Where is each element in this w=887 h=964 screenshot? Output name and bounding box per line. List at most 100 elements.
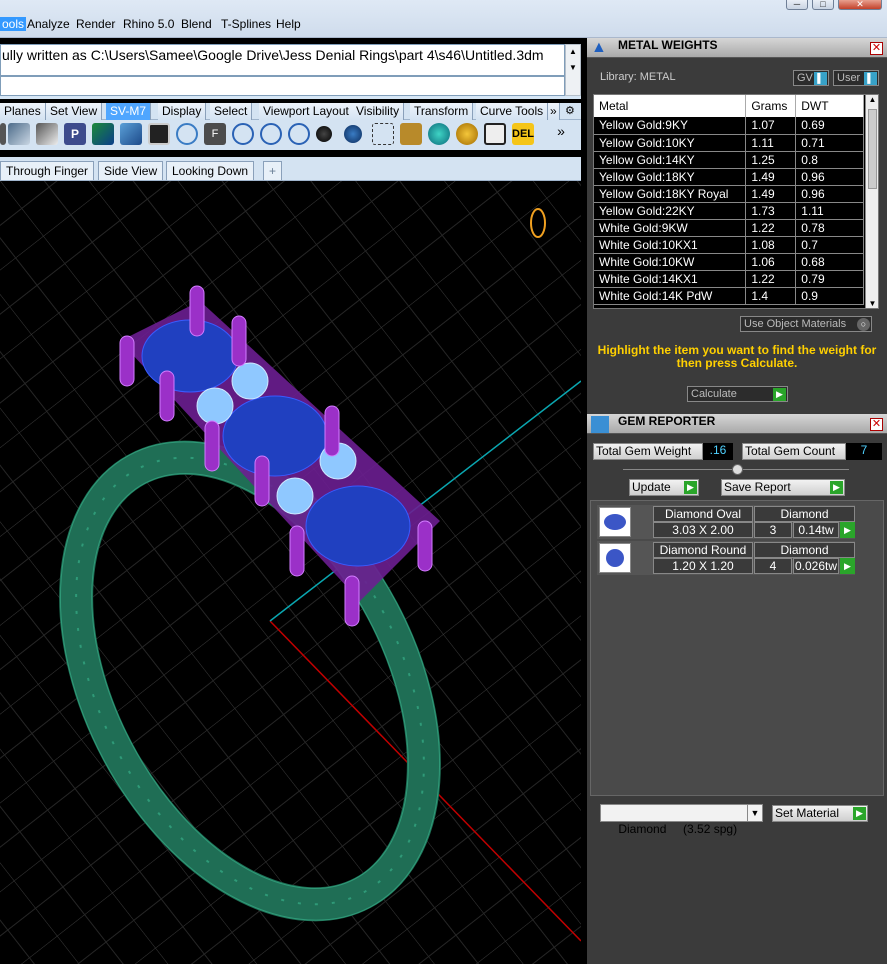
tab-sv-m7[interactable]: SV-M7 — [106, 103, 152, 120]
scroll-down-icon[interactable]: ▼ — [569, 63, 577, 72]
3d-viewport[interactable] — [0, 181, 581, 964]
set-material-button[interactable]: Set Material ▶ — [772, 805, 868, 822]
toolbar-icon[interactable]: P — [64, 123, 86, 145]
user-toggle[interactable]: User ▌ — [833, 70, 879, 86]
toolbar-icon[interactable]: F — [204, 123, 226, 145]
toolbar-icon[interactable] — [8, 123, 30, 145]
tab-select[interactable]: Select — [210, 103, 253, 120]
toolbar-icon[interactable] — [316, 126, 332, 142]
toolbar-icon[interactable] — [0, 123, 6, 145]
table-row[interactable]: White Gold:9KW 1.22 0.78 — [594, 219, 864, 237]
menu-bar: ools Analyze Render Rhino 5.0 Blend T-Sp… — [0, 0, 887, 38]
metal-weights-title: METAL WEIGHTS — [618, 38, 718, 52]
gem-detail-arrow-icon[interactable]: ▶ — [840, 522, 855, 538]
gem-row[interactable]: Diamond Oval Diamond 3.03 X 2.00 3 0.14t… — [597, 505, 855, 539]
table-row[interactable]: Yellow Gold:22KY 1.73 1.11 — [594, 202, 864, 220]
menu-analyze[interactable]: Analyze — [27, 17, 70, 31]
add-tab-button[interactable]: + — [263, 161, 283, 180]
toolbar-icon[interactable]: DEL — [512, 123, 534, 145]
toolbar-icon[interactable] — [36, 123, 58, 145]
table-row[interactable]: Yellow Gold:18KY Royal 1.49 0.96 — [594, 185, 864, 203]
metal-name: White Gold:14KX1 — [594, 270, 747, 288]
gem-name: Diamond Oval — [653, 506, 753, 522]
table-row[interactable]: White Gold:10KX1 1.08 0.7 — [594, 236, 864, 254]
gem-weight: 0.14tw — [793, 522, 839, 538]
table-row[interactable]: White Gold:14K PdW 1.4 0.9 — [594, 287, 864, 305]
table-row[interactable]: Yellow Gold:18KY 1.49 0.96 — [594, 168, 864, 186]
tab-set-view[interactable]: Set View — [46, 103, 103, 120]
grams-value: 1.22 — [745, 270, 797, 288]
metal-weights-table[interactable]: Metal Grams DWT Yellow Gold:9KY 1.07 0.69 Y… — [593, 94, 879, 309]
tab-curve-tools[interactable]: Curve Tools — [476, 103, 549, 120]
menu-blend[interactable]: Blend — [181, 17, 212, 31]
col-grams[interactable]: Grams — [745, 95, 797, 117]
slider-handle[interactable] — [732, 464, 743, 475]
tab-visibility[interactable]: Visibility — [352, 103, 405, 120]
tab-through-finger[interactable]: Through Finger — [0, 161, 95, 180]
grams-value: 1.22 — [745, 219, 797, 237]
close-icon[interactable]: ✕ — [870, 42, 883, 55]
metal-name: White Gold:10KW — [594, 253, 747, 271]
table-row[interactable]: Yellow Gold:9KY 1.07 0.69 — [594, 117, 864, 135]
table-row[interactable]: White Gold:14KX1 1.22 0.79 — [594, 270, 864, 288]
save-icon[interactable] — [400, 123, 422, 145]
grams-value: 1.73 — [745, 202, 797, 220]
tab-side-view[interactable]: Side View — [98, 161, 164, 180]
total-gem-weight-value: .16 — [703, 443, 733, 460]
toolbar-icon[interactable] — [260, 123, 282, 145]
material-select[interactable]: Diamond (3.52 spg) ▼ — [600, 804, 763, 836]
scroll-thumb[interactable] — [868, 109, 877, 189]
table-scrollbar[interactable]: ▲ ▼ — [865, 95, 878, 308]
toolbar-icon[interactable] — [344, 125, 362, 143]
minimize-button[interactable]: ─ — [786, 0, 808, 10]
maximize-button[interactable]: □ — [812, 0, 834, 10]
monitor-icon[interactable] — [148, 123, 170, 145]
tab-viewport-layout[interactable]: Viewport Layout — [259, 103, 354, 120]
update-button[interactable]: Update ▶ — [629, 479, 699, 496]
toolbar-icon[interactable] — [428, 123, 450, 145]
menu-render[interactable]: Render — [76, 17, 115, 31]
col-metal[interactable]: Metal — [594, 95, 747, 117]
metal-name: Yellow Gold:22KY — [594, 202, 747, 220]
gem-row[interactable]: Diamond Round Diamond 1.20 X 1.20 4 0.02… — [597, 541, 855, 575]
gear-icon[interactable]: ⚙ — [565, 104, 575, 117]
menu-tsplines[interactable]: T-Splines — [221, 17, 271, 31]
scroll-up-icon[interactable]: ▲ — [569, 47, 577, 56]
chevron-down-icon[interactable]: ▼ — [747, 805, 762, 821]
tab-display[interactable]: Display — [158, 103, 207, 120]
tab-planes[interactable]: Planes — [0, 103, 46, 120]
round-gem-icon — [599, 543, 631, 573]
tab-looking-down[interactable]: Looking Down — [166, 161, 255, 180]
chevron-right-icon[interactable]: » — [550, 123, 572, 145]
toolbar-icon[interactable] — [120, 123, 142, 145]
gem-type: Diamond — [754, 542, 855, 558]
tab-transform[interactable]: Transform — [410, 103, 474, 120]
toolbar-icon[interactable] — [288, 123, 310, 145]
table-row[interactable]: White Gold:10KW 1.06 0.68 — [594, 253, 864, 271]
toolbar-icon[interactable] — [484, 123, 506, 145]
command-scrollbar[interactable]: ▲ ▼ — [565, 44, 581, 96]
menu-rhino[interactable]: Rhino 5.0 — [123, 17, 174, 31]
close-icon[interactable]: ✕ — [870, 418, 883, 431]
gem-detail-arrow-icon[interactable]: ▶ — [840, 558, 855, 574]
menu-tools[interactable]: ools — [0, 17, 27, 31]
menu-help[interactable]: Help — [276, 17, 301, 31]
table-row[interactable]: Yellow Gold:10KY 1.11 0.71 — [594, 134, 864, 152]
toolbar-icon[interactable] — [176, 123, 198, 145]
use-object-materials-toggle[interactable]: Use Object Materials ○ — [740, 316, 872, 332]
dwt-value: 0.68 — [795, 253, 864, 271]
toolbar-icon[interactable] — [92, 123, 114, 145]
table-row[interactable]: Yellow Gold:14KY 1.25 0.8 — [594, 151, 864, 169]
calculate-button[interactable]: Calculate ▶ — [687, 386, 788, 402]
save-report-button[interactable]: Save Report ▶ — [721, 479, 845, 496]
command-input[interactable] — [0, 76, 565, 96]
close-window-button[interactable]: ✕ — [838, 0, 882, 10]
toolbar-icon[interactable] — [232, 123, 254, 145]
toolbar-icon[interactable] — [456, 123, 478, 145]
gv-toggle[interactable]: GV ▌ — [793, 70, 829, 86]
metal-name: White Gold:14K PdW — [594, 287, 747, 305]
col-dwt[interactable]: DWT — [795, 95, 864, 117]
tab-overflow-button[interactable]: » — [548, 103, 560, 120]
gem-reporter-title: GEM REPORTER — [618, 414, 716, 428]
toolbar-icon[interactable] — [372, 123, 394, 145]
